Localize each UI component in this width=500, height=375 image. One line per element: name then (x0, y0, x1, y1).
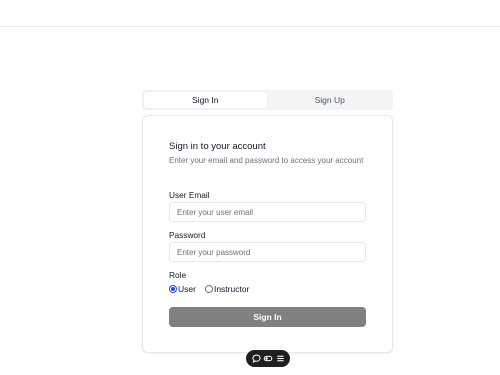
role-option-user-label: User (178, 284, 196, 294)
role-option-instructor-label: Instructor (213, 284, 250, 294)
card-subtitle: Enter your email and password to access … (169, 156, 364, 165)
radio-user[interactable] (169, 285, 177, 293)
email-label: User Email (169, 190, 210, 200)
role-option-user[interactable]: User (169, 284, 196, 294)
role-label: Role (169, 270, 187, 280)
sign-in-button[interactable]: Sign In (169, 307, 366, 327)
password-label: Password (169, 230, 206, 240)
email-field[interactable] (169, 202, 366, 222)
toggle-icon[interactable] (263, 354, 273, 364)
top-bar (0, 0, 500, 27)
radio-instructor[interactable] (204, 285, 213, 293)
floating-toolbar (246, 350, 290, 367)
role-option-instructor[interactable]: Instructor (204, 284, 250, 294)
sign-in-card: Sign in to your account Enter your email… (142, 115, 393, 353)
tab-sign-up[interactable]: Sign Up (269, 92, 392, 108)
auth-tabs: Sign In Sign Up (142, 90, 393, 110)
role-radio-group: User Instructor (169, 284, 258, 294)
tab-sign-in[interactable]: Sign In (144, 92, 267, 108)
card-title: Sign in to your account (169, 141, 266, 152)
chat-bubble-icon[interactable] (251, 354, 261, 364)
menu-icon[interactable] (275, 354, 285, 364)
password-field[interactable] (169, 242, 366, 262)
